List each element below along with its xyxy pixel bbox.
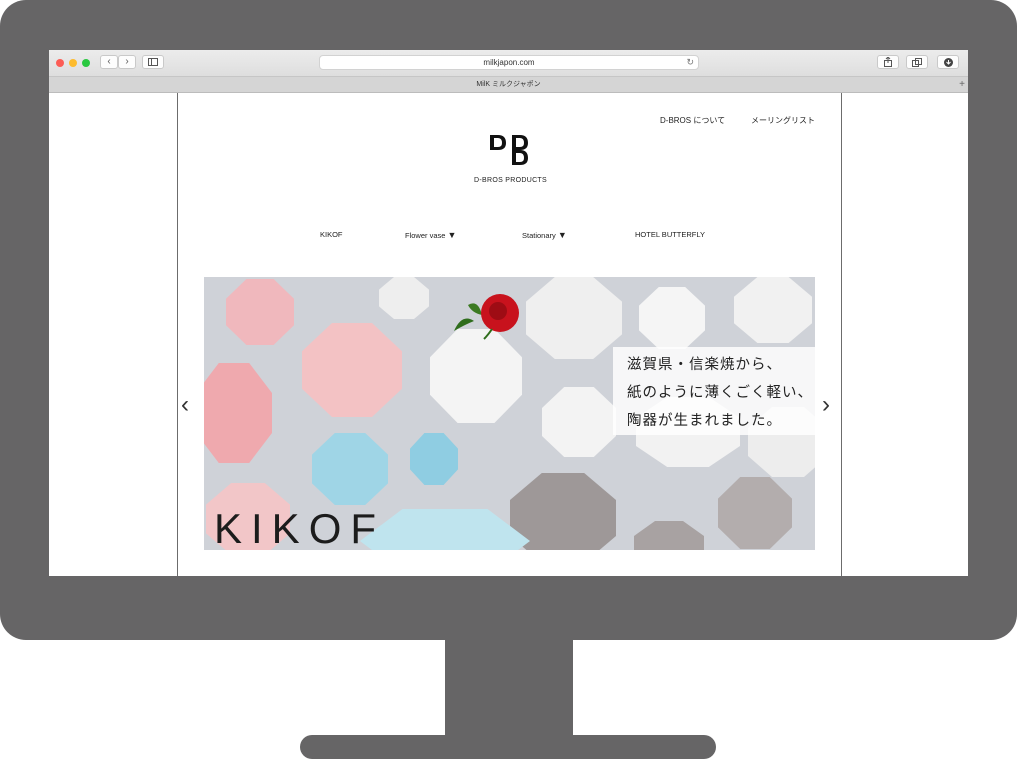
blue-plate	[360, 509, 530, 550]
sidebar-button[interactable]	[142, 55, 164, 69]
nav-hotel-butterfly-label: HOTEL BUTTERFLY	[635, 230, 706, 239]
pink-bowl	[226, 279, 294, 345]
nav-hotel-butterfly[interactable]: HOTEL BUTTERFLY	[635, 230, 705, 239]
caret-down-icon: ▼	[447, 230, 457, 240]
chevron-left-icon: ‹	[107, 56, 111, 67]
tabs-overview-button[interactable]	[906, 55, 928, 69]
nav-kikof[interactable]: KIKOF	[320, 230, 343, 239]
address-bar[interactable]: milkjapon.com ↻	[319, 55, 699, 70]
caret-down-icon: ▼	[557, 230, 567, 240]
white-small-plate	[639, 287, 705, 349]
tab-bar: MilK ミルクジャポン +	[49, 77, 968, 93]
nav-stationary-label: Stationary	[522, 231, 556, 240]
gray-bowl-small	[718, 477, 792, 549]
close-window-button[interactable]	[56, 59, 64, 67]
tabs-icon	[912, 58, 922, 67]
downloads-button[interactable]	[937, 55, 959, 69]
reload-icon[interactable]: ↻	[686, 56, 694, 69]
url-text: milkjapon.com	[483, 58, 535, 67]
blue-bowl	[312, 433, 388, 505]
tab-title[interactable]: MilK ミルクジャポン	[476, 81, 540, 88]
share-button[interactable]	[877, 55, 899, 69]
share-icon	[884, 56, 892, 67]
brand-name: D-BROS PRODUCTS	[474, 177, 547, 184]
pink-bowl-large	[204, 363, 272, 463]
rose-image	[454, 294, 519, 340]
web-page: D-BROS について メーリングリスト D-BROS PRODUCTS KIK…	[177, 93, 842, 576]
sidebar-icon	[148, 58, 158, 66]
hero-kikof-wordmark: KIKOF	[214, 505, 386, 550]
caption-line-1: 滋賀県・信楽焼から、	[627, 357, 782, 373]
hero-caption: 滋賀県・信楽焼から、 紙のように薄くごく軽い、 陶器が生まれました。	[613, 347, 815, 435]
back-button[interactable]: ‹	[100, 55, 118, 69]
chevron-right-icon: ›	[125, 56, 129, 67]
browser-toolbar: ‹ › milkjapon.com ↻	[49, 50, 968, 77]
pink-plate	[302, 323, 402, 417]
monitor-screen: ‹ › milkjapon.com ↻ MilK ミルクジャポン + D-BRO…	[49, 50, 968, 576]
about-link[interactable]: D-BROS について	[660, 115, 725, 126]
carousel-next-button[interactable]: ›	[822, 393, 830, 417]
plus-icon[interactable]: +	[959, 77, 965, 92]
zoom-window-button[interactable]	[82, 59, 90, 67]
chevron-right-icon: ›	[822, 391, 830, 418]
white-cup	[379, 277, 429, 319]
nav-stationary[interactable]: Stationary ▼	[522, 230, 567, 240]
white-cup-saucer	[542, 387, 616, 457]
nav-kikof-label: KIKOF	[320, 230, 343, 239]
caption-line-3: 陶器が生まれました。	[627, 413, 782, 429]
white-vase	[430, 329, 522, 423]
blue-mug	[410, 433, 458, 485]
mailing-list-link[interactable]: メーリングリスト	[751, 115, 815, 126]
white-bowl-top	[526, 277, 622, 359]
hero-slideshow[interactable]: 滋賀県・信楽焼から、 紙のように薄くごく軽い、 陶器が生まれました。 KIKOF	[204, 277, 815, 550]
nav-flower-vase[interactable]: Flower vase ▼	[405, 230, 456, 240]
monitor-stand-neck	[445, 638, 573, 738]
carousel-prev-button[interactable]: ‹	[181, 393, 189, 417]
white-pitcher	[734, 277, 812, 343]
gray-bowl-bottom	[634, 521, 704, 550]
minimize-window-button[interactable]	[69, 59, 77, 67]
download-icon	[943, 58, 953, 67]
nav-flower-vase-label: Flower vase	[405, 231, 446, 240]
forward-button[interactable]: ›	[118, 55, 136, 69]
monitor-stand-base	[300, 735, 716, 759]
chevron-left-icon: ‹	[181, 391, 189, 418]
caption-line-2: 紙のように薄くごく軽い、	[627, 385, 813, 401]
site-logo[interactable]	[488, 133, 532, 167]
